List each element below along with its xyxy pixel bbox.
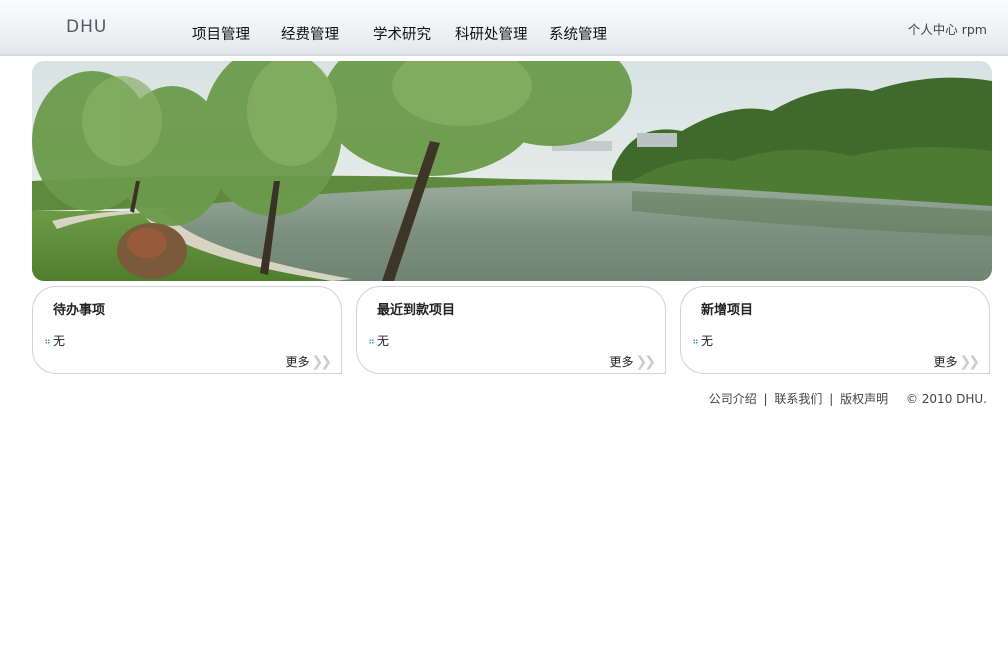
list-item: 无 <box>45 332 65 349</box>
bullet-icon <box>693 339 698 344</box>
nav-funding-management[interactable]: 经费管理 <box>281 23 339 44</box>
logo: DHU <box>66 17 108 37</box>
bullet-icon <box>369 339 374 344</box>
copyright-text: © 2010 DHU. <box>905 392 987 406</box>
more-link[interactable]: 更多 ❯❯ <box>610 353 657 370</box>
user-area: 个人中心 rpm <box>908 19 987 38</box>
more-link[interactable]: 更多 ❯❯ <box>286 353 333 370</box>
more-link[interactable]: 更多 ❯❯ <box>934 353 981 370</box>
panel-title: 待办事项 <box>53 303 106 318</box>
footer-link-company-intro[interactable]: 公司介绍 <box>709 392 757 406</box>
footer-separator: | <box>829 392 834 406</box>
nav-research-office-management[interactable]: 科研处管理 <box>455 23 528 44</box>
panel-new-projects: 新增项目 无 更多 ❯❯ <box>680 286 990 374</box>
bullet-icon <box>45 339 50 344</box>
banner-image <box>32 61 992 281</box>
footer-separator: | <box>763 392 768 406</box>
footer-link-copyright-notice[interactable]: 版权声明 <box>840 392 888 406</box>
panel-title: 最近到款项目 <box>377 303 456 318</box>
footer-link-contact-us[interactable]: 联系我们 <box>774 392 822 406</box>
list-item: 无 <box>693 332 713 349</box>
nav-academic-research[interactable]: 学术研究 <box>373 23 431 44</box>
footer: 公司介绍 | 联系我们 | 版权声明 © 2010 DHU. <box>709 390 987 407</box>
panel-title: 新增项目 <box>701 303 754 318</box>
panel-todo: 待办事项 无 更多 ❯❯ <box>32 286 342 374</box>
username: rpm <box>961 22 987 37</box>
double-chevron-right-icon: ❯❯ <box>959 354 981 370</box>
top-navigation-bar: DHU 项目管理 经费管理 学术研究 科研处管理 系统管理 个人中心 rpm <box>0 0 1008 56</box>
double-chevron-right-icon: ❯❯ <box>635 354 657 370</box>
personal-center-link[interactable]: 个人中心 <box>908 22 958 37</box>
list-item: 无 <box>369 332 389 349</box>
nav-system-management[interactable]: 系统管理 <box>549 23 607 44</box>
double-chevron-right-icon: ❯❯ <box>311 354 333 370</box>
panel-recent-funding-projects: 最近到款项目 无 更多 ❯❯ <box>356 286 666 374</box>
nav-project-management[interactable]: 项目管理 <box>192 23 250 44</box>
